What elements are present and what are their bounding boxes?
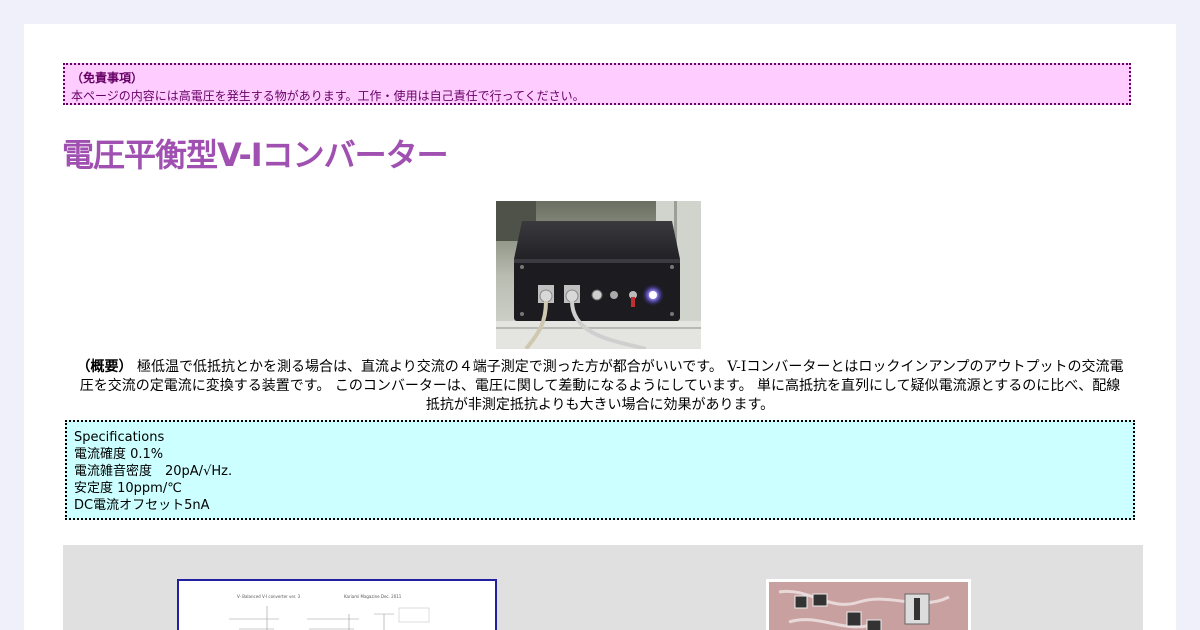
device-photo[interactable] [496,201,701,349]
spec-item: 電流確度 0.1% [74,447,164,462]
overview-text: 極低温で低抵抗とかを測る場合は、直流より交流の４端子測定で測った方が都合がいいで… [79,359,1124,413]
schematic-drawing: V- Balanced V-I converter ver. 3 Kariami… [229,594,430,630]
page-title: 電圧平衡型V-Iコンバーター [62,136,449,174]
overview-paragraph: （概要） 極低温で低抵抗とかを測る場合は、直流より交流の４端子測定で測った方が都… [74,358,1126,415]
disclaimer-text: 本ページの内容には高電圧を発生する物があります。工作・使用は自己責任で行ってくだ… [71,89,585,103]
spec-item: 電流雑音密度 20pA/√Hz. [74,464,233,479]
schematic-thumbnail[interactable]: V- Balanced V-I converter ver. 3 Kariami… [177,579,497,630]
disclaimer-title: （免責事項） [71,71,144,85]
image-gallery: V- Balanced V-I converter ver. 3 Kariami… [63,545,1143,630]
spec-item: DC電流オフセット5nA [74,498,210,513]
schematic-caption-right: Kariami Magazine Dec. 2011 [344,594,402,599]
spec-item: 安定度 10ppm/℃ [74,481,182,496]
specifications-heading: Specifications [74,430,165,445]
device-photo-image [496,201,701,349]
pcb-thumbnail[interactable] [766,579,971,630]
page-content: （免責事項） 本ページの内容には高電圧を発生する物があります。工作・使用は自己責… [24,24,1176,630]
overview-label: （概要） [76,359,133,375]
disclaimer-box: （免責事項） 本ページの内容には高電圧を発生する物があります。工作・使用は自己責… [63,63,1131,105]
specifications-box: Specifications 電流確度 0.1% 電流雑音密度 20pA/√Hz… [65,420,1135,520]
pcb-drawing [769,582,968,630]
schematic-caption-left: V- Balanced V-I converter ver. 3 [237,594,301,599]
